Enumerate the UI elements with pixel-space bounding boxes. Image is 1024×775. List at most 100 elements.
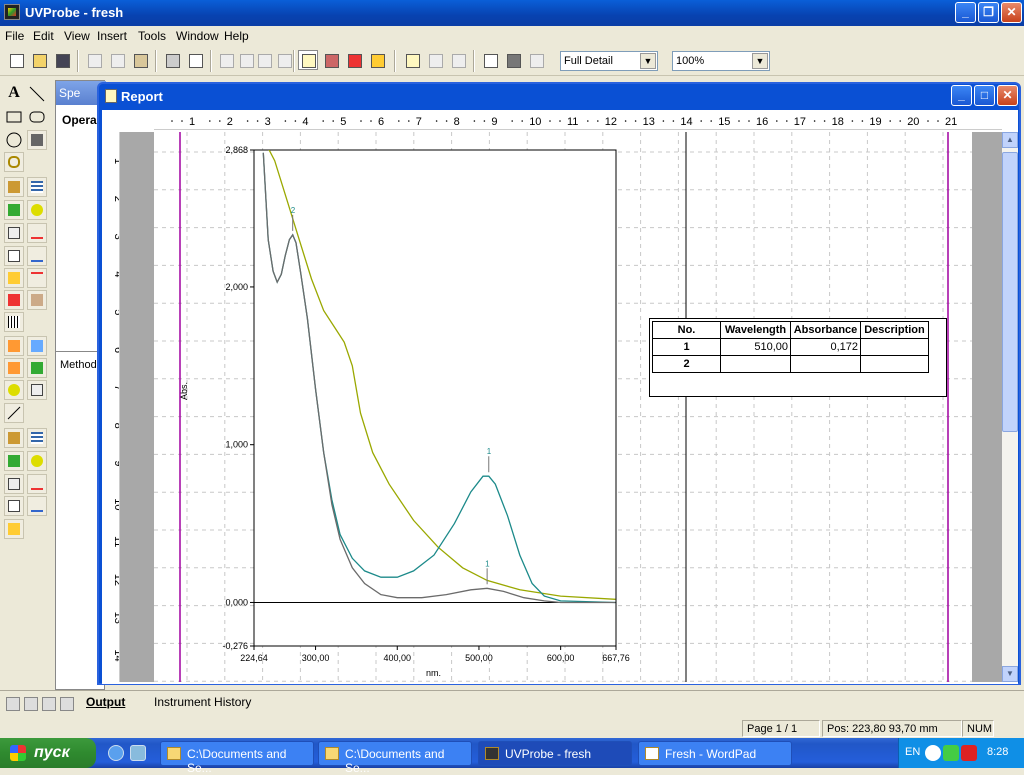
curve-icon[interactable] — [27, 268, 47, 288]
method-m-2-icon[interactable] — [4, 380, 24, 400]
numbered-list-2-icon[interactable] — [4, 519, 24, 539]
redo-icon[interactable] — [254, 50, 274, 70]
tab-instrument-history[interactable]: Instrument History — [154, 695, 251, 709]
rectangle-tool-icon[interactable] — [4, 107, 24, 127]
report-close-button[interactable]: ✕ — [997, 85, 1018, 106]
link-tool-icon[interactable] — [4, 152, 24, 172]
network-icon[interactable] — [943, 745, 959, 761]
paste-icon[interactable] — [130, 50, 150, 70]
language-indicator[interactable]: EN — [905, 746, 920, 758]
text-tool-icon[interactable]: A — [4, 84, 24, 104]
report-minimize-button[interactable]: _ — [951, 85, 972, 106]
scroll-up-icon[interactable]: ▲ — [1002, 132, 1018, 148]
grid-icon[interactable] — [4, 312, 24, 332]
flask-icon[interactable] — [344, 50, 364, 70]
properties-icon[interactable] — [526, 50, 546, 70]
chevron-down-icon[interactable]: ▼ — [640, 53, 656, 69]
spectrum-graph-3-icon[interactable] — [4, 451, 24, 471]
list-2-icon[interactable] — [4, 496, 24, 516]
undo-dropdown-icon[interactable] — [236, 50, 256, 70]
prop-icon[interactable] — [27, 336, 47, 356]
settings-icon[interactable] — [503, 50, 523, 70]
ie-icon[interactable] — [108, 745, 124, 761]
spectrum-graph-icon[interactable] — [4, 200, 24, 220]
task-folder-2[interactable]: C:\Documents and Se... — [318, 741, 472, 775]
antivirus-icon[interactable] — [961, 745, 977, 761]
vertical-ruler[interactable]: 123456789101112131415 — [102, 132, 120, 682]
spectrum-icon[interactable] — [321, 50, 341, 70]
table-tool-icon[interactable] — [27, 177, 47, 197]
last-tab-icon[interactable] — [60, 697, 74, 711]
redo-dropdown-icon[interactable] — [274, 50, 294, 70]
next-tab-icon[interactable] — [42, 697, 56, 711]
spectrum-graph-2-icon[interactable] — [27, 358, 47, 378]
image-tool-icon[interactable] — [4, 177, 24, 197]
zoom-select[interactable]: 100% ▼ — [672, 51, 770, 71]
peaks-2-icon[interactable] — [27, 496, 47, 516]
calibration-icon[interactable] — [4, 403, 24, 423]
peak-2-icon[interactable] — [27, 474, 47, 494]
chart-icon[interactable] — [27, 290, 47, 310]
print-preview-icon[interactable] — [185, 50, 205, 70]
table-tool-2-icon[interactable] — [27, 428, 47, 448]
menu-window[interactable]: Window — [176, 29, 219, 43]
minimize-button[interactable]: _ — [955, 2, 976, 23]
task-folder-1[interactable]: C:\Documents and Se... — [160, 741, 314, 775]
area-icon[interactable] — [4, 290, 24, 310]
open-icon[interactable] — [29, 50, 49, 70]
numbered-list-icon[interactable] — [4, 268, 24, 288]
peak-table[interactable]: No. Wavelength Absorbance Description 1 … — [649, 318, 947, 397]
copy-icon[interactable] — [107, 50, 127, 70]
report-icon[interactable] — [298, 50, 318, 70]
rounded-rect-tool-icon[interactable] — [27, 107, 47, 127]
restore-button[interactable]: ❐ — [978, 2, 999, 23]
chevron-down-icon[interactable]: ▼ — [752, 53, 768, 69]
cut-icon[interactable] — [84, 50, 104, 70]
next-page-icon[interactable] — [448, 50, 468, 70]
horizontal-ruler[interactable]: 1 2 3 4 5 6 7 8 9 10 11 12 13 14 15 16 17 18 19 20 21 — [154, 112, 1002, 130]
smp-icon[interactable] — [4, 358, 24, 378]
image-tool-2-icon[interactable] — [4, 428, 24, 448]
prev-tab-icon[interactable] — [24, 697, 38, 711]
menu-help[interactable]: Help — [224, 29, 249, 43]
method-m-icon[interactable] — [27, 200, 47, 220]
first-tab-icon[interactable] — [6, 697, 20, 711]
detail-select[interactable]: Full Detail ▼ — [560, 51, 658, 71]
menu-tools[interactable]: Tools — [138, 29, 166, 43]
ellipse-tool-icon[interactable] — [4, 130, 24, 150]
desktop-icon[interactable] — [130, 745, 146, 761]
copy-graph-2-icon[interactable] — [27, 380, 47, 400]
scroll-down-icon[interactable]: ▼ — [1002, 666, 1018, 682]
line-tool-icon[interactable] — [27, 84, 47, 104]
task-wordpad[interactable]: Fresh - WordPad — [638, 741, 792, 766]
copy-graph-3-icon[interactable] — [4, 474, 24, 494]
undo-icon[interactable] — [216, 50, 236, 70]
menu-insert[interactable]: Insert — [97, 29, 127, 43]
list-icon[interactable] — [4, 246, 24, 266]
page-icon[interactable] — [402, 50, 422, 70]
spectrum-chart[interactable]: 2,868 2,000 1,000 0,000 -0,276 224,64 300,00 40… — [154, 132, 644, 682]
menu-view[interactable]: View — [64, 29, 90, 43]
tab-output[interactable]: Output — [86, 695, 125, 709]
save-icon[interactable] — [52, 50, 72, 70]
scroll-thumb[interactable] — [1002, 152, 1018, 432]
report-page[interactable]: 2,868 2,000 1,000 0,000 -0,276 224,64 300,00 40… — [154, 132, 972, 682]
copy-graph-icon[interactable] — [4, 223, 24, 243]
arrow-icon[interactable] — [925, 745, 941, 761]
new-icon[interactable] — [6, 50, 26, 70]
menu-file[interactable]: File — [5, 29, 24, 43]
task-uvprobe[interactable]: UVProbe - fresh — [478, 741, 632, 766]
start-button[interactable]: пуск — [0, 738, 96, 768]
peaks-icon[interactable] — [27, 246, 47, 266]
camera-tool-icon[interactable] — [27, 130, 47, 150]
close-button[interactable]: ✕ — [1001, 2, 1022, 23]
photometric-icon[interactable] — [367, 50, 387, 70]
prev-page-icon[interactable] — [425, 50, 445, 70]
menu-edit[interactable]: Edit — [33, 29, 54, 43]
method-m-3-icon[interactable] — [27, 451, 47, 471]
select-icon[interactable] — [480, 50, 500, 70]
peak-icon[interactable] — [27, 223, 47, 243]
report-maximize-button[interactable]: □ — [974, 85, 995, 106]
std-icon[interactable] — [4, 336, 24, 356]
print-icon[interactable] — [162, 50, 182, 70]
